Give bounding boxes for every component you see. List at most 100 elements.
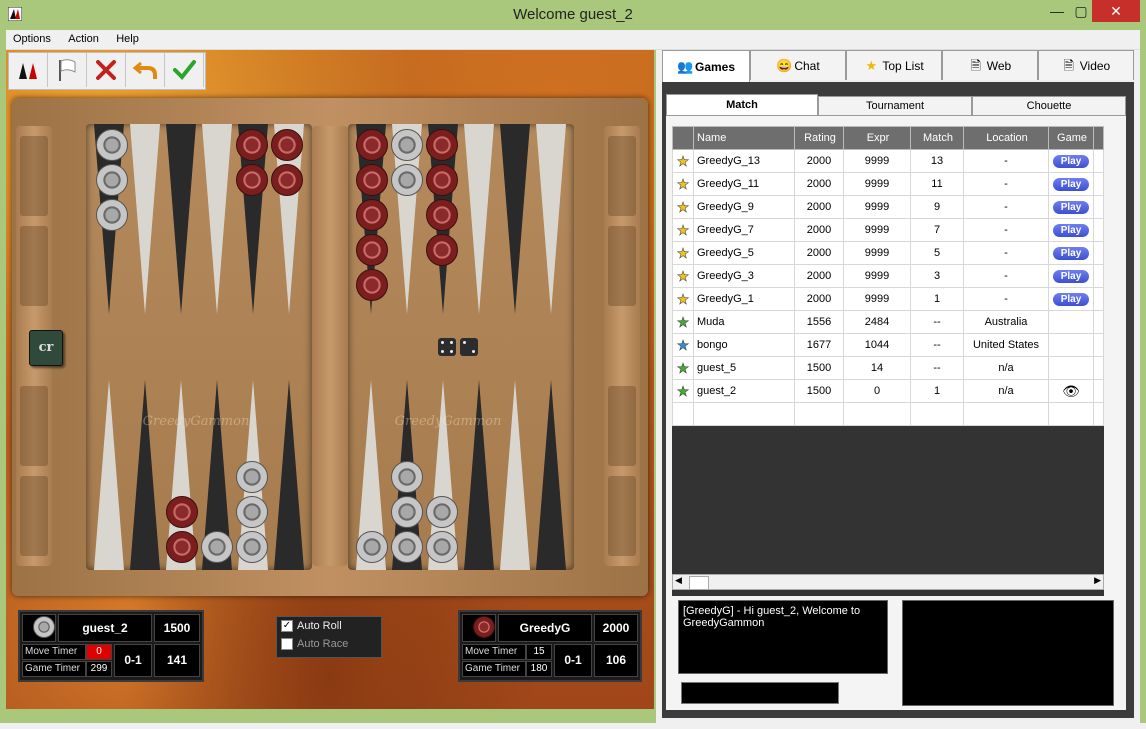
row-expr: 9999 (843, 264, 911, 288)
checker-red[interactable] (426, 129, 458, 161)
header-name[interactable]: Name (693, 126, 795, 150)
watch-eye-icon[interactable]: 👁 (1062, 383, 1080, 399)
table-row[interactable]: ★ GreedyG_5 2000 9999 5- Play (672, 241, 1104, 265)
die-two[interactable] (460, 338, 478, 356)
subtab-chouette[interactable]: Chouette (972, 96, 1126, 116)
tab-video[interactable]: 🗎 Video (1038, 50, 1134, 80)
auto-roll-checkbox[interactable]: ✓ Auto Roll (277, 617, 381, 635)
checker-red[interactable] (356, 129, 388, 161)
checker-red[interactable] (166, 496, 198, 528)
tab-chat[interactable]: 😄 Chat (750, 50, 846, 80)
auto-race-check-icon[interactable] (281, 638, 293, 650)
tab-web[interactable]: 🗎 Web (942, 50, 1038, 80)
row-match: 5 (910, 241, 964, 265)
checker-white[interactable] (426, 496, 458, 528)
new-game-button[interactable] (9, 53, 48, 87)
checker-red[interactable] (426, 199, 458, 231)
checker-red[interactable] (356, 234, 388, 266)
table-row[interactable]: ★ bongo 1677 1044 -- United States (672, 333, 1104, 357)
checker-white[interactable] (236, 461, 268, 493)
checker-red[interactable] (271, 129, 303, 161)
cancel-button[interactable] (87, 53, 126, 87)
play-button[interactable]: Play (1053, 246, 1089, 260)
checker-red[interactable] (271, 164, 303, 196)
checker-white[interactable] (391, 164, 423, 196)
row-match: 9 (910, 195, 964, 219)
play-button[interactable]: Play (1053, 269, 1089, 283)
auto-race-checkbox[interactable]: Auto Race (277, 635, 381, 653)
checker-white[interactable] (391, 129, 423, 161)
horizontal-scrollbar[interactable]: ◀ ▶ (672, 574, 1104, 590)
row-spacer (1093, 356, 1104, 380)
resign-button[interactable] (48, 53, 87, 87)
doubling-cube[interactable]: cr (29, 330, 63, 366)
die-four[interactable] (438, 338, 456, 356)
table-row[interactable]: ★ GreedyG_9 2000 9999 9- Play (672, 195, 1104, 219)
checker-white[interactable] (356, 531, 388, 563)
checker-white[interactable] (391, 496, 423, 528)
board-watermark-right: GreedyGammon (394, 414, 502, 429)
middle-bar[interactable] (312, 126, 348, 566)
scroll-right-icon[interactable]: ▶ (1094, 575, 1101, 586)
opponent-match-score: 0-1 (554, 644, 592, 677)
checker-white[interactable] (236, 531, 268, 563)
checker-red[interactable] (356, 199, 388, 231)
subtab-match[interactable]: Match (666, 94, 818, 116)
auto-roll-check-icon[interactable]: ✓ (281, 620, 293, 632)
row-match: -- (910, 356, 964, 380)
header-game[interactable]: Game (1048, 126, 1094, 150)
header-rating[interactable]: Rating (794, 126, 844, 150)
checker-red[interactable] (356, 269, 388, 301)
row-expr: 9999 (843, 149, 911, 173)
row-expr: 2484 (843, 310, 911, 334)
checker-red[interactable] (356, 164, 388, 196)
checker-red[interactable] (426, 234, 458, 266)
table-row[interactable]: ★ GreedyG_7 2000 9999 7- Play (672, 218, 1104, 242)
move-timer-label: Move Timer (22, 644, 86, 660)
play-button[interactable]: Play (1053, 177, 1089, 191)
checker-red[interactable] (166, 531, 198, 563)
checker-red[interactable] (236, 129, 268, 161)
close-button[interactable]: ✕ (1092, 0, 1140, 22)
checker-white[interactable] (391, 531, 423, 563)
menu-action[interactable]: Action (61, 30, 106, 48)
table-row[interactable]: ★ GreedyG_11 2000 9999 11- Play (672, 172, 1104, 196)
scroll-left-icon[interactable]: ◀ (675, 575, 682, 586)
checker-red[interactable] (236, 164, 268, 196)
scroll-thumb[interactable] (689, 576, 709, 590)
play-button[interactable]: Play (1053, 154, 1089, 168)
table-row[interactable]: ★ Muda 1556 2484 -- Australia (672, 310, 1104, 334)
checker-white[interactable] (96, 199, 128, 231)
play-button[interactable]: Play (1053, 292, 1089, 306)
checker-white[interactable] (96, 129, 128, 161)
confirm-button[interactable] (165, 53, 204, 87)
checker-white[interactable] (236, 496, 268, 528)
undo-button[interactable] (126, 53, 165, 87)
table-row[interactable]: ★ GreedyG_1 2000 9999 1- Play (672, 287, 1104, 311)
row-game: Play (1048, 287, 1094, 311)
table-row[interactable]: ★ guest_5 1500 14 -- n/a (672, 356, 1104, 380)
tab-top-list[interactable]: ★ Top List (846, 50, 942, 80)
checker-white[interactable] (391, 461, 423, 493)
star-icon: ★ (672, 149, 694, 173)
chat-input[interactable] (681, 682, 839, 704)
header-location[interactable]: Location (963, 126, 1049, 150)
play-button[interactable]: Play (1053, 200, 1089, 214)
table-row[interactable]: ★ GreedyG_3 2000 9999 3- Play (672, 264, 1104, 288)
row-game (1048, 310, 1094, 334)
play-button[interactable]: Play (1053, 223, 1089, 237)
checker-white[interactable] (201, 531, 233, 563)
table-row[interactable]: ★ GreedyG_13 2000 9999 13- Play (672, 149, 1104, 173)
checker-white[interactable] (426, 531, 458, 563)
menu-options[interactable]: Options (6, 30, 58, 48)
row-name: guest_2 (693, 379, 795, 403)
menu-help[interactable]: Help (109, 30, 146, 48)
subtab-tournament[interactable]: Tournament (818, 96, 972, 116)
row-spacer (1093, 172, 1104, 196)
header-expr[interactable]: Expr (843, 126, 911, 150)
tab-games[interactable]: 👥 Games (662, 50, 750, 82)
checker-white[interactable] (96, 164, 128, 196)
checker-red[interactable] (426, 164, 458, 196)
header-match[interactable]: Match (910, 126, 964, 150)
table-row[interactable]: ★ guest_2 1500 0 1 n/a 👁 (672, 379, 1104, 403)
